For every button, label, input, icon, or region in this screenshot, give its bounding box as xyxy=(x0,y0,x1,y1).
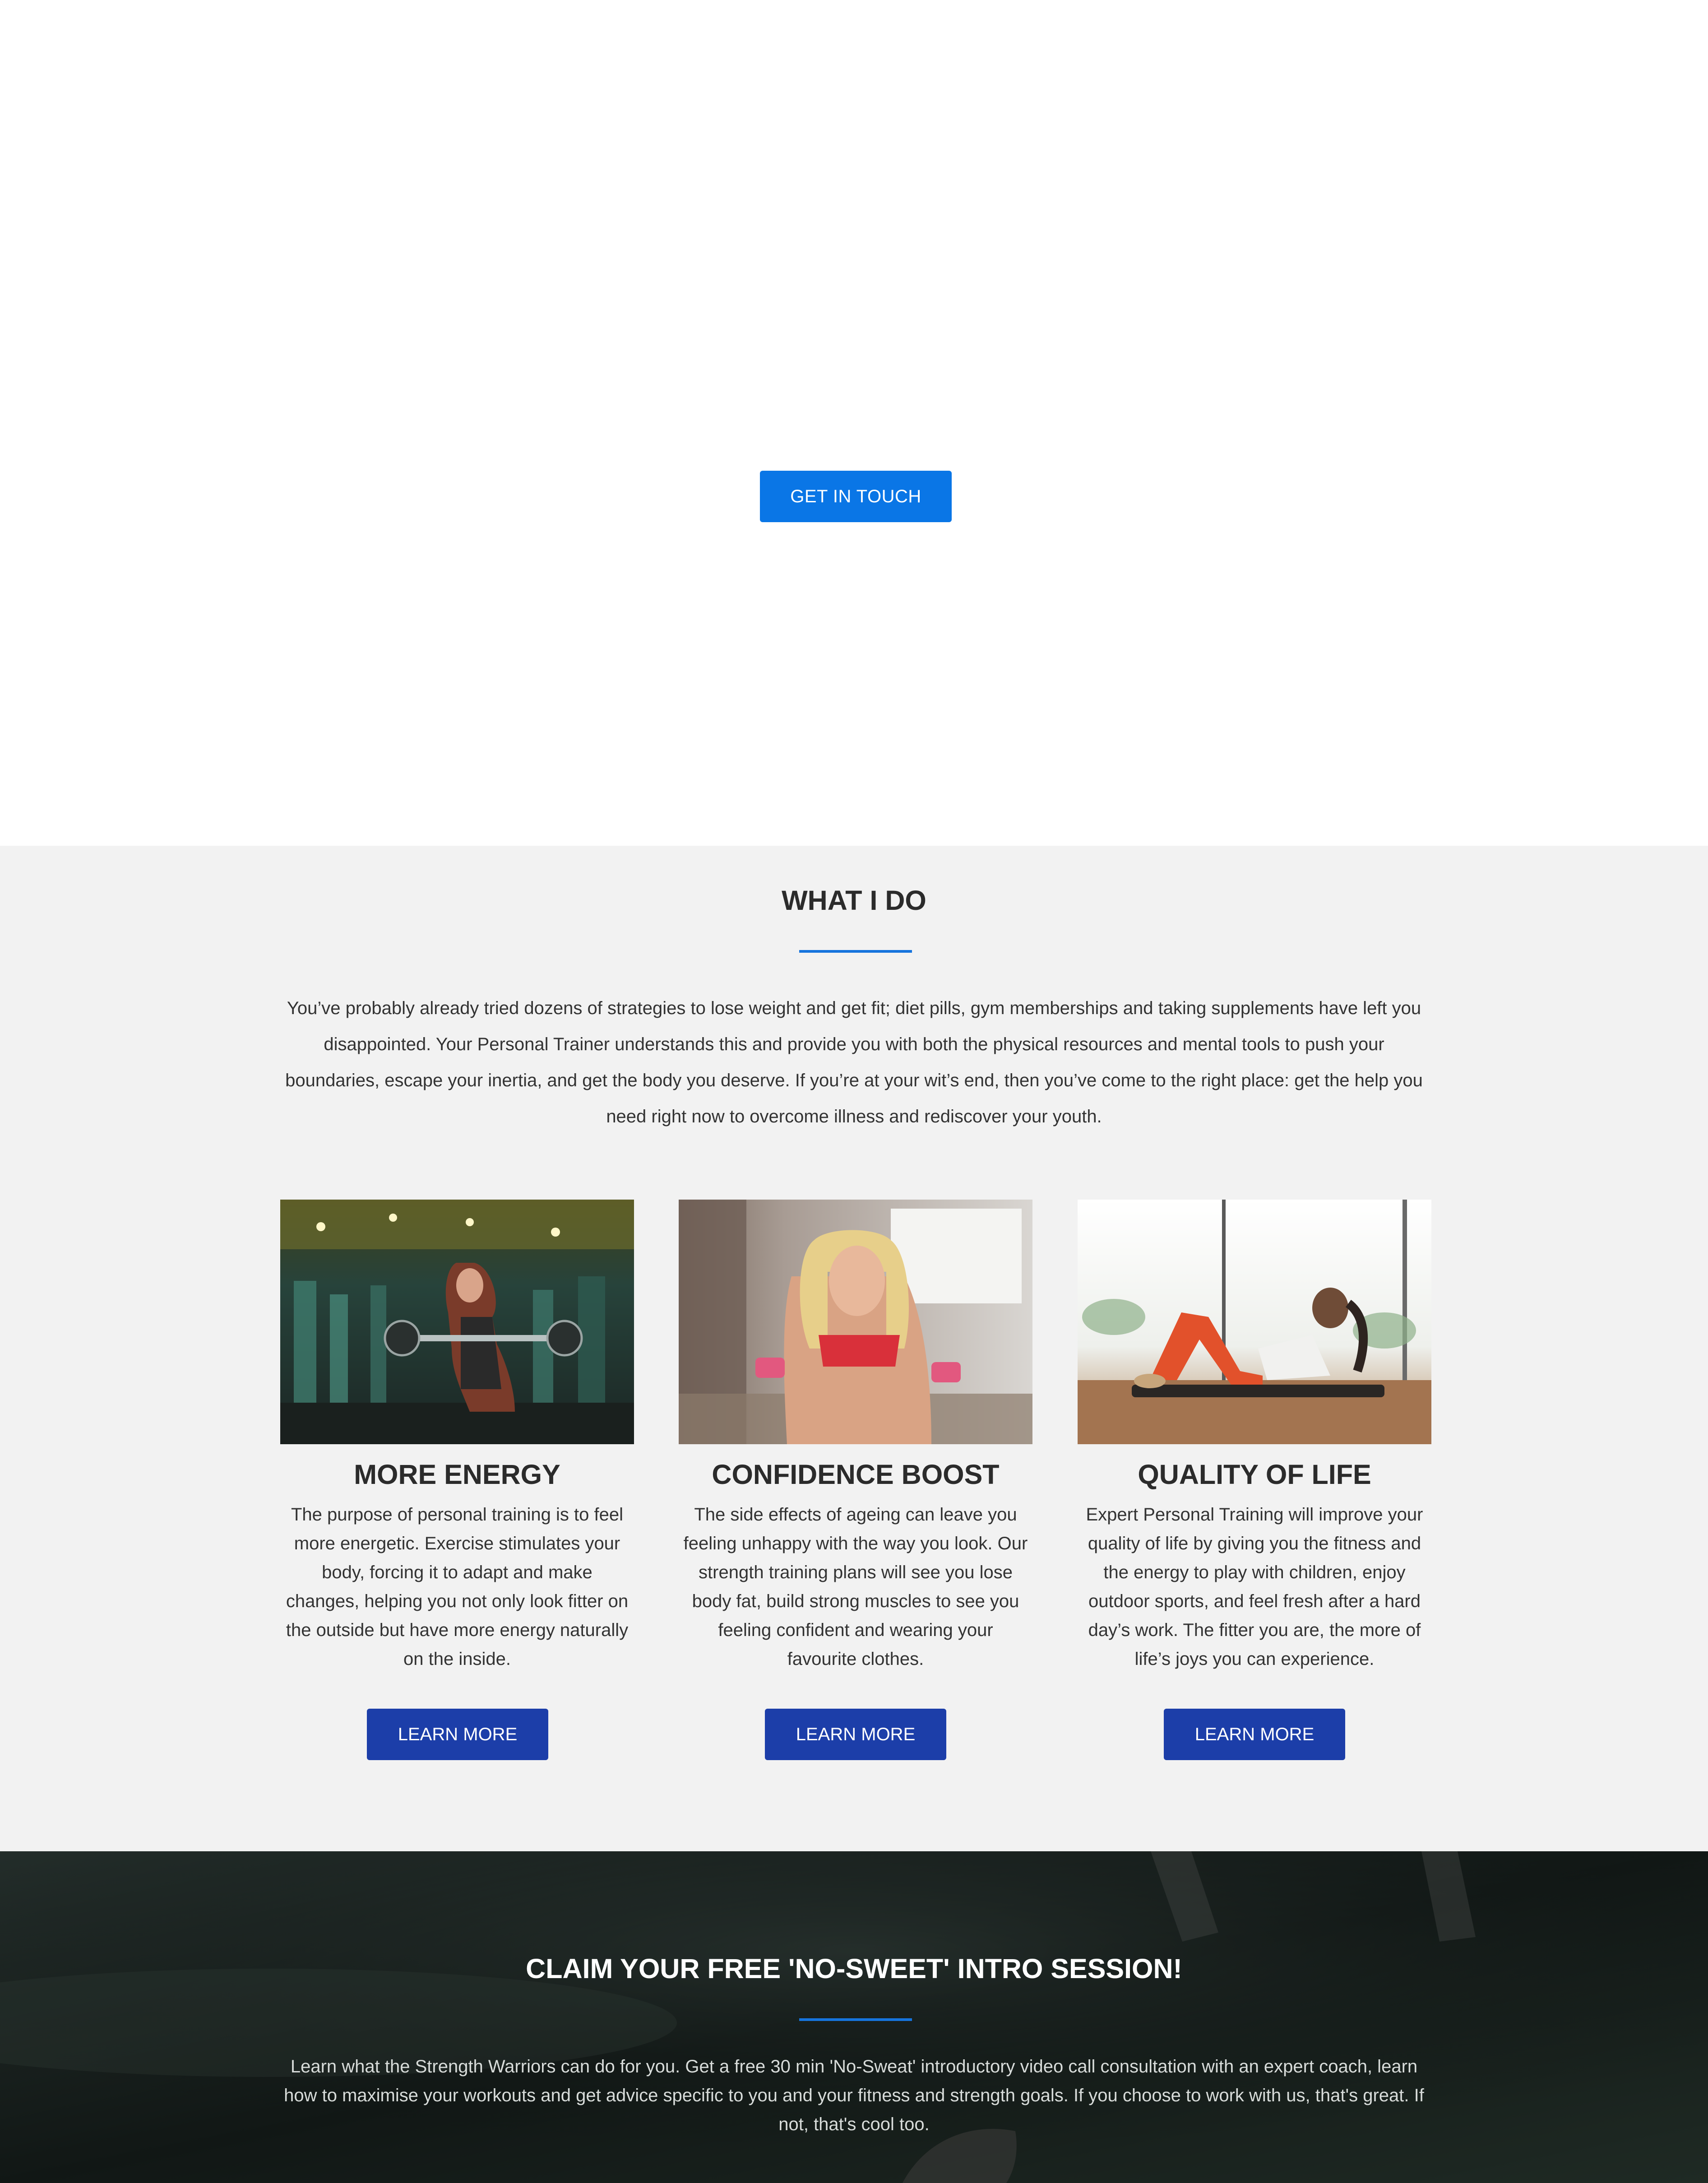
title-divider xyxy=(799,950,912,953)
hero-section: GET IN TOUCH xyxy=(0,0,1708,846)
card-description: Expert Personal Training will improve yo… xyxy=(1086,1505,1423,1669)
card-description: The side effects of ageing can leave you… xyxy=(683,1505,1028,1669)
service-card-confidence: CONFIDENCE BOOST The side effects of age… xyxy=(679,1200,1032,1764)
learn-more-button-energy[interactable]: LEARN MORE xyxy=(367,1709,548,1760)
learn-more-button-confidence[interactable]: LEARN MORE xyxy=(765,1709,946,1760)
learn-more-button-quality[interactable]: LEARN MORE xyxy=(1164,1709,1345,1760)
promo-title: CLAIM YOUR FREE 'NO-SWEET' INTRO SESSION… xyxy=(526,1953,1182,1984)
title-divider xyxy=(799,2018,912,2021)
card-title: CONFIDENCE BOOST xyxy=(712,1459,1000,1490)
woman-situps-image xyxy=(1078,1200,1431,1444)
service-card-energy: MORE ENERGY The purpose of personal trai… xyxy=(280,1200,634,1764)
service-card-quality: QUALITY OF LIFE Expert Personal Training… xyxy=(1078,1200,1431,1764)
free-session-section: CLAIM YOUR FREE 'NO-SWEET' INTRO SESSION… xyxy=(0,1851,1708,2183)
card-title: QUALITY OF LIFE xyxy=(1138,1459,1371,1490)
what-i-do-section: WHAT I DO You’ve probably already tried … xyxy=(0,846,1708,1851)
intro-paragraph: You’ve probably already tried dozens of … xyxy=(285,998,1423,1126)
gym-woman-barbell-image xyxy=(280,1200,634,1444)
get-in-touch-button[interactable]: GET IN TOUCH xyxy=(760,471,952,522)
card-title: MORE ENERGY xyxy=(354,1459,560,1490)
section-title: WHAT I DO xyxy=(782,885,926,916)
woman-dumbbells-image xyxy=(679,1200,1032,1444)
card-description: The purpose of personal training is to f… xyxy=(286,1505,629,1669)
promo-paragraph: Learn what the Strength Warriors can do … xyxy=(284,2057,1424,2134)
